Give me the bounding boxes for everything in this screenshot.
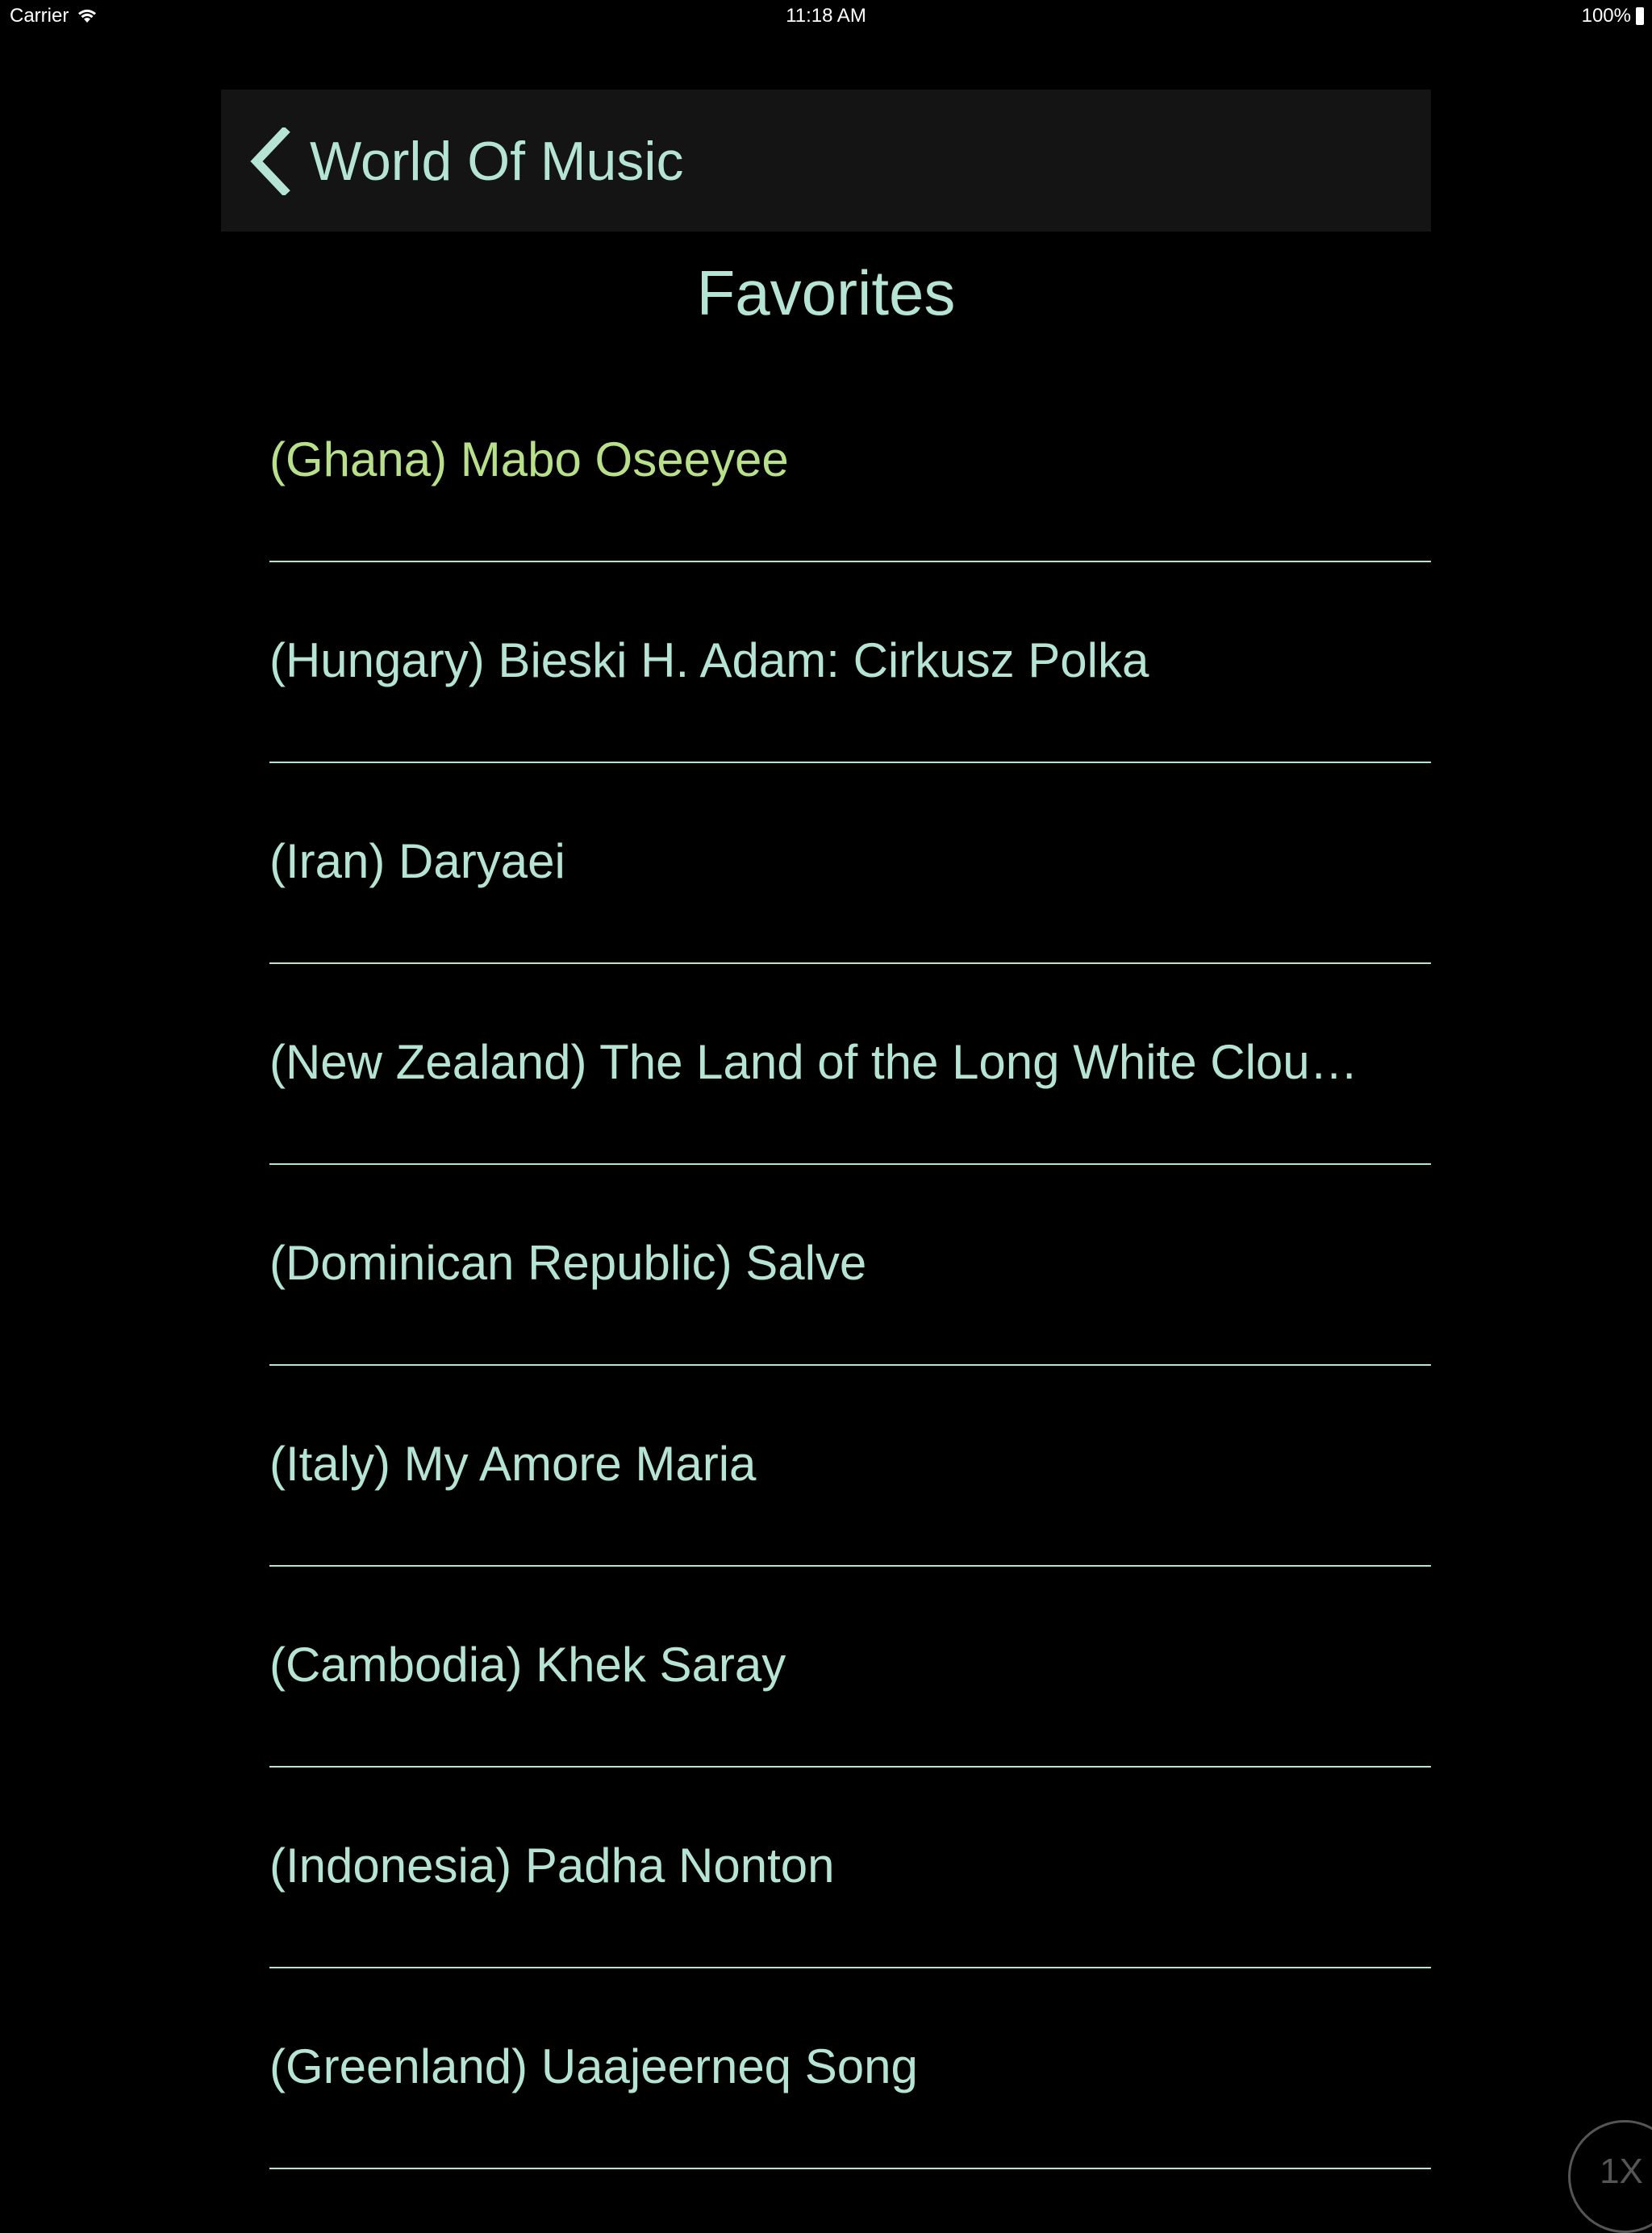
list-item[interactable]: (New Zealand) The Land of the Long White… [269, 964, 1431, 1165]
list-item-label: (New Zealand) The Land of the Long White… [269, 1035, 1358, 1089]
list-item[interactable]: (Greenland) Uaajeerneq Song [269, 1968, 1431, 2169]
navigation-bar: World Of Music [221, 90, 1431, 232]
list-item-label: (Iran) Daryaei [269, 834, 565, 888]
list-item-label: (Hungary) Bieski H. Adam: Cirkusz Polka [269, 633, 1149, 687]
list-item[interactable]: (Ghana) Mabo Oseeyee [269, 361, 1431, 562]
battery-icon [1636, 7, 1644, 25]
battery-indicator: 100% [1582, 5, 1644, 27]
back-button[interactable]: World Of Music [248, 125, 683, 198]
list-item-label: (Ghana) Mabo Oseeyee [269, 432, 789, 486]
battery-percent: 100% [1581, 5, 1631, 27]
list-item-label: (Greenland) Uaajeerneq Song [269, 2039, 918, 2093]
list-item-label: (Indonesia) Padha Nonton [269, 1839, 835, 1893]
status-bar: Carrier 11:18 AM 100% [0, 0, 1652, 32]
list-item[interactable]: (Iran) Daryaei [269, 763, 1431, 964]
back-button-label: World Of Music [310, 131, 684, 192]
list-item-label: (Cambodia) Khek Saray [269, 1638, 786, 1692]
favorites-list: (Ghana) Mabo Oseeyee (Hungary) Bieski H. … [269, 361, 1431, 2169]
list-item[interactable]: (Italy) My Amore Maria [269, 1366, 1431, 1567]
list-item[interactable]: (Indonesia) Padha Nonton [269, 1768, 1431, 1968]
list-item-label: (Italy) My Amore Maria [269, 1437, 757, 1491]
playback-speed-button[interactable]: 1X [1568, 2120, 1652, 2233]
list-item[interactable]: (Cambodia) Khek Saray [269, 1567, 1431, 1768]
list-item-label: (Dominican Republic) Salve [269, 1236, 867, 1290]
list-item[interactable]: (Hungary) Bieski H. Adam: Cirkusz Polka [269, 562, 1431, 763]
chevron-left-icon [248, 127, 292, 195]
status-time: 11:18 AM [786, 5, 866, 27]
list-item[interactable]: (Dominican Republic) Salve [269, 1165, 1431, 1366]
page-title: Favorites [696, 257, 956, 328]
playback-speed-label: 1X [1600, 2152, 1643, 2191]
